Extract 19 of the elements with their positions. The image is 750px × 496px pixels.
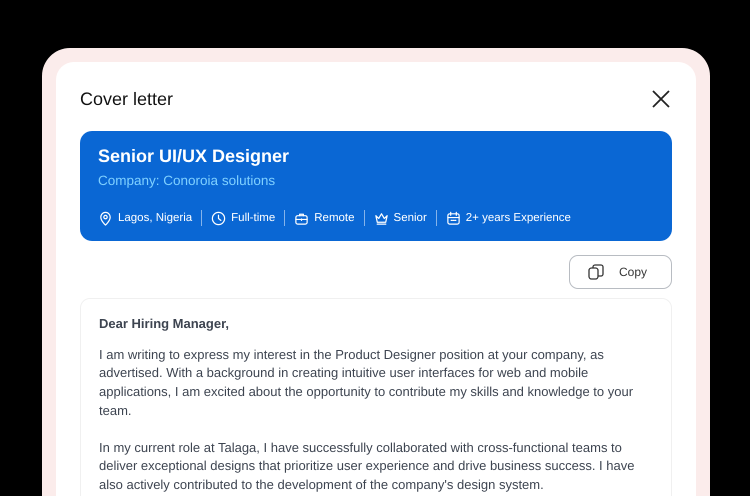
- copy-button[interactable]: Copy: [568, 255, 672, 289]
- company-name: Company: Conoroia solutions: [98, 173, 276, 188]
- time-icon: [211, 210, 226, 226]
- letter-paragraph: In my current role at Talaga, I have successfully collaborated with cross-functional teams to deliver exceptional designs that prioritize user experience and drive business success. I have also actively contributed to the development of the company's design system.: [99, 438, 636, 494]
- workplace-icon: [294, 210, 310, 226]
- job-tag: Senior: [394, 212, 427, 224]
- close-button[interactable]: [650, 88, 672, 110]
- letter-paragraph: I am writing to express my interest in the Product Designer position at your company, as advertised. With a background in creating intuitive user interfaces for web and mobile applications, I am excited about the opportunity to contribute my skills and knowledge to your team.: [99, 346, 634, 420]
- location-icon: [98, 210, 113, 226]
- letter-greeting: Dear Hiring Manager,: [99, 315, 230, 333]
- job-tag: Full-time: [231, 212, 276, 224]
- job-title: Senior UI/UX Designer: [98, 146, 290, 167]
- dialog-title: Cover letter: [80, 88, 174, 110]
- job-tag: Remote: [314, 212, 355, 224]
- job-tag: 2+ years Experience: [466, 212, 571, 224]
- level-icon: [374, 210, 389, 226]
- experience-icon: [446, 210, 461, 226]
- copy-icon: [586, 263, 605, 281]
- job-tag: Lagos, Nigeria: [118, 212, 192, 224]
